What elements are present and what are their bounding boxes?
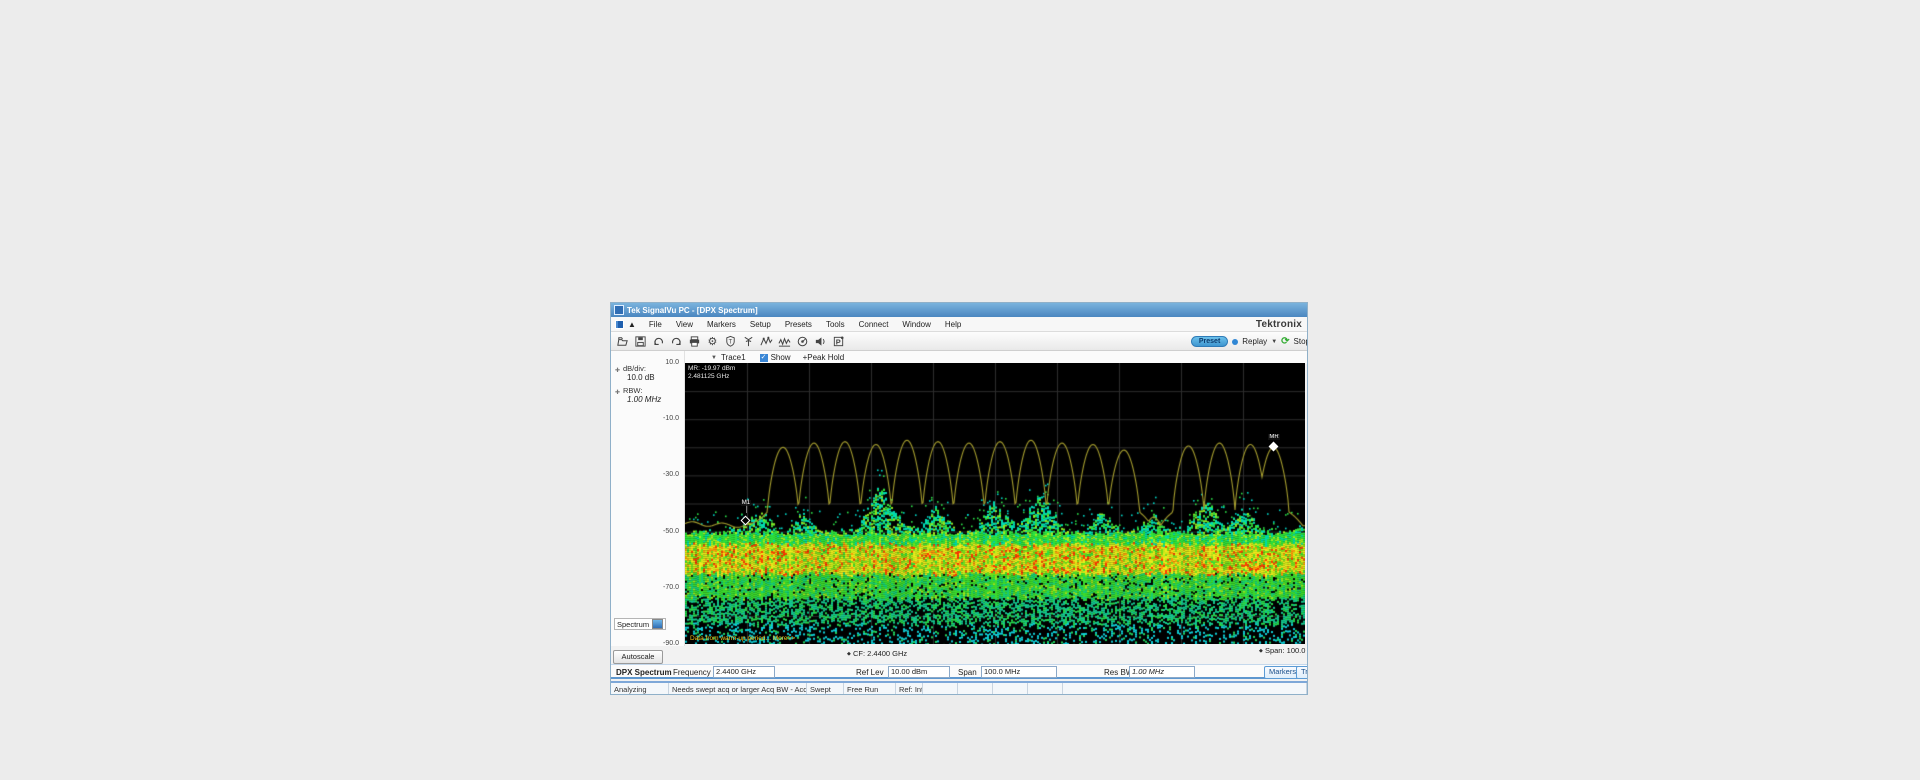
status-ref-int: Ref: Int (896, 683, 923, 694)
menu-markers[interactable]: Markers (700, 320, 743, 329)
rbw-bullet[interactable]: ✚ (615, 387, 620, 396)
window-title: Tek SignalVu PC - [DPX Spectrum] (627, 305, 758, 315)
menu-window[interactable]: Window (895, 320, 937, 329)
rbw-value[interactable]: 1.00 MHz (627, 395, 661, 404)
autoscale-button[interactable]: Autoscale (613, 650, 663, 664)
spectrum-thumbnail-icon (652, 619, 663, 629)
stop-button[interactable]: Stop (1294, 337, 1307, 346)
svg-text:⚙: ⚙ (708, 336, 718, 348)
menu-bar: ▲ File View Markers Setup Presets Tools Connec… (611, 317, 1307, 332)
center-frequency-readout[interactable]: ◆ CF: 2.4400 GHz (847, 649, 907, 658)
marker-mr-label: MR (1268, 434, 1280, 441)
marker-readout: MR: -19.97 dBm 2.481125 GHz (688, 365, 736, 380)
open-file-icon[interactable] (615, 334, 630, 349)
svg-text:T: T (729, 339, 733, 345)
tektronix-logo: Tektronix (1255, 318, 1302, 330)
ref-lev-label: Ref Lev (856, 668, 884, 677)
dial-icon[interactable] (795, 334, 810, 349)
replay-status-icon (1232, 338, 1239, 345)
menu-tools[interactable]: Tools (819, 320, 852, 329)
amplitude-shield-icon[interactable]: T (723, 334, 738, 349)
stop-icon[interactable]: ⟳ (1281, 336, 1289, 347)
title-bar[interactable]: Tek SignalVu PC - [DPX Spectrum] (611, 303, 1307, 317)
res-bw-input[interactable]: 1.00 MHz (1129, 666, 1195, 678)
status-empty-cell (993, 683, 1028, 694)
svg-text:P: P (836, 337, 841, 346)
ref-lev-input[interactable]: 10.00 dBm (888, 666, 950, 678)
db-div-bullet[interactable]: ✚ (615, 365, 620, 374)
settings-icon[interactable]: ⚙ (705, 334, 720, 349)
db-div-label: dB/div: (623, 364, 646, 373)
preset-button[interactable]: Preset (1190, 336, 1229, 347)
replay-button[interactable]: Replay (1242, 337, 1267, 346)
status-needs-swept-acq-or-larger-acq-bw-acquire-da: Needs swept acq or larger Acq BW - Acqui… (669, 683, 807, 694)
redo-icon[interactable] (669, 334, 684, 349)
span-label: Span (958, 668, 977, 677)
save-icon[interactable] (633, 334, 648, 349)
status-bar: Analyzing Needs swept acq or larger Acq B… (611, 681, 1307, 694)
display-selector-dropdown[interactable]: Spectrum (614, 618, 666, 630)
trace-waveform-icon[interactable] (777, 334, 792, 349)
span-input[interactable]: 100.0 MHz (981, 666, 1057, 678)
y-tick--70.0: -70.0 (663, 583, 679, 591)
status-swept: Swept (807, 683, 844, 694)
trace-selector[interactable]: Trace1 (721, 353, 746, 362)
status-empty-cell (1028, 683, 1063, 694)
marker-m1-label: M1 (740, 500, 752, 507)
app-icon (614, 305, 624, 315)
y-tick--90.0: -90.0 (663, 640, 679, 647)
status-empty-cell (958, 683, 993, 694)
replay-dropdown-icon[interactable]: ▼ (1271, 339, 1277, 345)
acquisition-flag-icon[interactable]: P (831, 334, 846, 349)
menu-help[interactable]: Help (938, 320, 968, 329)
undo-icon[interactable] (651, 334, 666, 349)
print-icon[interactable] (687, 334, 702, 349)
spectrum-antenna-icon[interactable] (741, 334, 756, 349)
peak-hold-label[interactable]: +Peak Hold (803, 353, 845, 362)
frequency-input[interactable]: 2.4400 GHz (713, 666, 775, 678)
markers-trace-icon[interactable] (759, 334, 774, 349)
spectrum-plot: MR: -19.97 dBm 2.481125 GHz Data from wa… (685, 363, 1305, 644)
status-analyzing: Analyzing (611, 683, 669, 694)
y-tick-10.0: 10.0 (665, 359, 679, 366)
menu-presets[interactable]: Presets (778, 320, 819, 329)
frequency-label: Frequency (673, 668, 711, 677)
y-tick--30.0: -30.0 (663, 471, 679, 479)
menu-file[interactable]: File (642, 320, 669, 329)
span-readout[interactable]: ◆ Span: 100.0 MHz (1259, 646, 1307, 655)
status-empty-cell (923, 683, 958, 694)
status-free-run: Free Run (844, 683, 896, 694)
app-window: Tek SignalVu PC - [DPX Spectrum] ▲ File V… (610, 302, 1308, 695)
app-menu-icon[interactable]: ▲ (628, 320, 636, 329)
menu-setup[interactable]: Setup (743, 320, 778, 329)
dpx-bitmap[interactable] (685, 363, 1305, 644)
menu-connect[interactable]: Connect (852, 320, 896, 329)
desktop: { "window": { "title": "Tek SignalVu PC … (0, 0, 1920, 780)
window-menu-icon[interactable] (615, 319, 624, 329)
toolbar-right-group: Preset Replay ▼ ⟳ Stop (1190, 332, 1307, 351)
y-tick--10.0: -10.0 (663, 415, 679, 423)
db-div-value[interactable]: 10.0 dB (627, 373, 655, 382)
y-tick--50.0: -50.0 (663, 527, 679, 535)
show-label: Show (770, 353, 791, 362)
show-checkbox[interactable]: ✓ (759, 353, 768, 362)
audio-icon[interactable] (813, 334, 828, 349)
rbw-label: RBW: (623, 386, 643, 395)
settings-bar: DPX Spectrum Frequency 2.4400 GHz Ref Le… (611, 664, 1307, 679)
status-empty-cell (1063, 683, 1307, 694)
menu-view[interactable]: View (669, 320, 700, 329)
trace-button[interactable]: Trace (1296, 666, 1307, 679)
warmup-warning-text[interactable]: Data from warm-up period... More>> (690, 635, 795, 642)
trace-dropdown-icon[interactable]: ▼ (711, 355, 717, 361)
mode-label: DPX Spectrum (616, 668, 672, 677)
